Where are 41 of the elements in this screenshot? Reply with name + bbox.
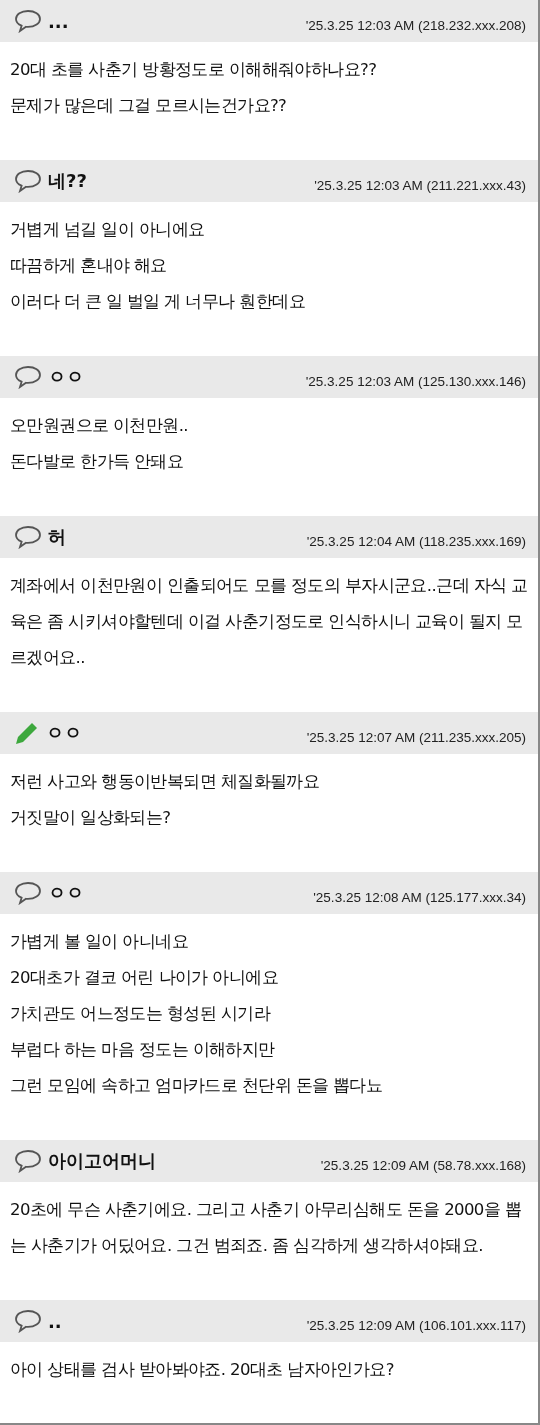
author-name: 허 (48, 525, 66, 549)
author-name: ... (48, 10, 69, 32)
comment-text: 20대초가 결코 어린 나이가 아니에요 (10, 967, 279, 989)
comment-text: 아이 상태를 검사 받아봐야죠. 20대초 남자아인가요? (10, 1359, 395, 1381)
comment-timestamp: '25.3.25 12:03 AM (218.232.xxx.208) (305, 17, 526, 33)
comment-text: 거짓말이 일상화되는? (10, 807, 172, 829)
comment-timestamp: '25.3.25 12:08 AM (125.177.xxx.34) (313, 889, 526, 905)
comment-text: 문제가 많은데 그걸 모르시는건가요?? (10, 95, 288, 117)
comment-timestamp: '25.3.25 12:09 AM (58.78.xxx.168) (320, 1157, 526, 1173)
speech-bubble-icon (14, 169, 42, 193)
comment-text: 이러다 더 큰 일 벌일 게 너무나 훤한데요 (10, 291, 306, 313)
speech-bubble-icon (14, 881, 42, 905)
comment-text: 20초에 무슨 사춘기에요. 그리고 사춘기 아무리심해도 돈을 2000을 뽑는 사춘기가 어딨어요. 그건 범죄죠. 좀 심각하게 생각하셔야돼요. (10, 1199, 523, 1257)
speech-bubble-icon (14, 9, 42, 33)
speech-bubble-icon (14, 525, 42, 549)
comment-timestamp: '25.3.25 12:09 AM (106.101.xxx.117) (306, 1317, 526, 1333)
speech-bubble-icon (14, 365, 42, 389)
author-name: ㅇㅇ (48, 881, 84, 905)
comment-timestamp: '25.3.25 12:04 AM (118.235.xxx.169) (306, 533, 526, 549)
author-name: .. (48, 1310, 62, 1332)
comment-text: 오만원권으로 이천만원.. (10, 415, 189, 437)
comment-text: 계좌에서 이천만원이 인출되어도 모를 정도의 부자시군요..근데 자식 교육은 좀 시키셔야할텐데 이걸 사춘기정도로 인식하시니 교육이 될지 모르겠어요.. (10, 575, 528, 669)
author-name: 아이고어머니 (48, 1149, 156, 1173)
comment-text: 가볍게 볼 일이 아니네요 (10, 931, 189, 953)
comment-text: 거볍게 넘길 일이 아니에요 (10, 219, 206, 241)
speech-bubble-icon (14, 1149, 42, 1173)
author-name: ㅇㅇ (46, 721, 82, 745)
comment-timestamp: '25.3.25 12:03 AM (211.221.xxx.43) (314, 177, 526, 193)
comment-text: 따끔하게 혼내야 해요 (10, 255, 168, 277)
comment-text: 부럽다 하는 마음 정도는 이해하지만 (10, 1039, 276, 1061)
comment-text: 가치관도 어느정도는 형성된 시기라 (10, 1003, 272, 1025)
comment-text: 20대 초를 사춘기 방황정도로 이해해줘야하나요?? (10, 59, 378, 81)
author-name: 네?? (48, 169, 87, 193)
comment-text: 돈다발로 한가득 안돼요 (10, 451, 185, 473)
comment-timestamp: '25.3.25 12:07 AM (211.235.xxx.205) (306, 729, 526, 745)
pencil-icon (14, 721, 40, 745)
author-name: ㅇㅇ (48, 365, 84, 389)
comment-text: 그런 모임에 속하고 엄마카드로 천단위 돈을 뽑다뇨 (10, 1075, 384, 1097)
comment-timestamp: '25.3.25 12:03 AM (125.130.xxx.146) (305, 373, 526, 389)
comment-text: 저런 사고와 행동이반복되면 체질화될까요 (10, 771, 321, 793)
speech-bubble-icon (14, 1309, 42, 1333)
